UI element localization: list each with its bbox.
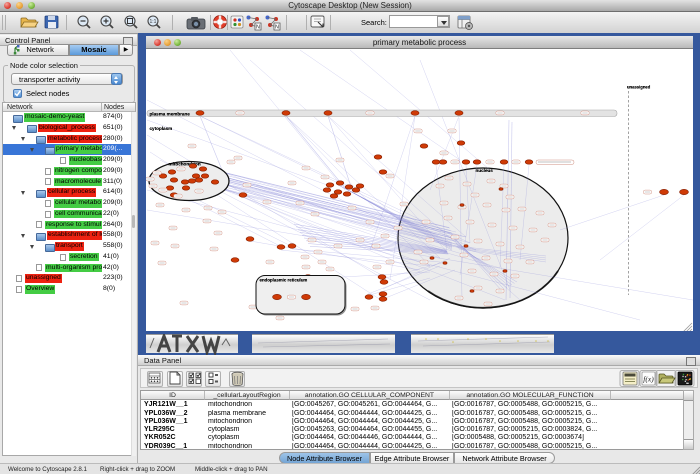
svg-text:N: N (256, 25, 260, 31)
svg-text:f(x): f(x) (643, 375, 654, 384)
svg-text:endoplasmic reticulum: endoplasmic reticulum (260, 278, 308, 283)
svg-text:unassigned: unassigned (627, 85, 651, 90)
svg-text:N: N (275, 25, 279, 31)
svg-text:nucleus: nucleus (476, 168, 494, 173)
svg-text:cytoplasm: cytoplasm (150, 126, 173, 131)
svg-text:1:1: 1:1 (150, 19, 157, 25)
svg-text:plasma membrane: plasma membrane (150, 112, 191, 117)
